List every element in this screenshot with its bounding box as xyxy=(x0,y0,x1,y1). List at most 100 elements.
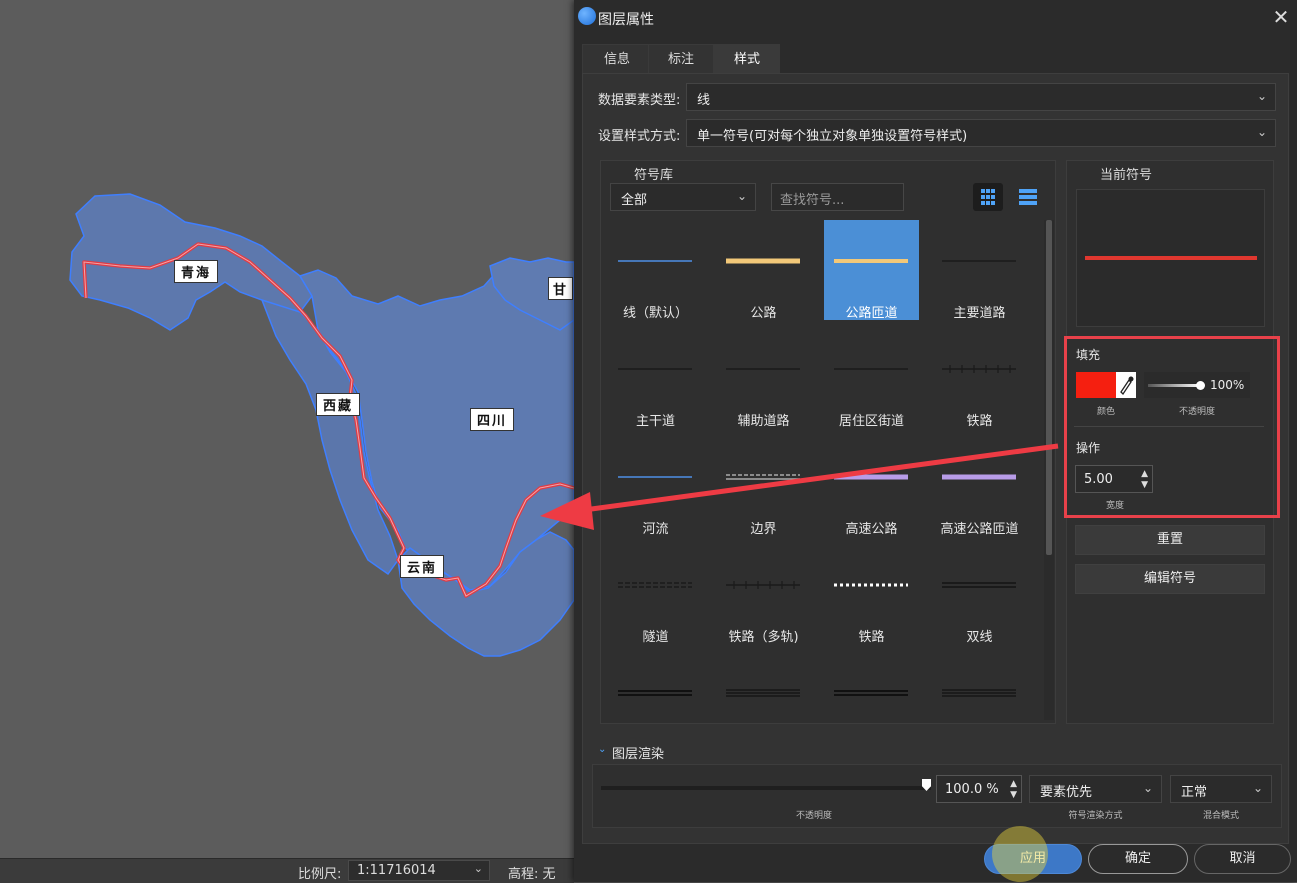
symbol-preview xyxy=(618,582,692,588)
symbol-cell[interactable]: 铁路 xyxy=(932,328,1027,429)
map-canvas[interactable]: 青海 西藏 四川 云南 甘 xyxy=(0,0,574,858)
symbol-search-placeholder: 查找符号... xyxy=(780,193,845,208)
symbol-name: 铁路 xyxy=(966,414,993,429)
style-mode-select[interactable]: 单一符号(可对每个独立对象单独设置符号样式) ⌄ xyxy=(686,119,1276,147)
layer-properties-dialog: 图层属性 ✕ 信息 标注 样式 数据要素类型: 线 ⌄ 设置样式方式: 单一符号… xyxy=(574,0,1297,882)
scrollbar-thumb[interactable] xyxy=(1046,220,1052,555)
symbol-name: 主要道路 xyxy=(953,306,1006,321)
collapse-chevron-icon[interactable]: ⌄ xyxy=(598,744,606,755)
symbol-preview xyxy=(618,368,692,370)
status-bar: 比例尺: 1:11716014 ⌄ 高程: 无 xyxy=(0,858,574,883)
symbol-name: 边界 xyxy=(750,522,777,537)
symbol-preview xyxy=(942,260,1016,262)
symbol-grid-scrollbar[interactable] xyxy=(1044,220,1054,720)
symbol-category-select[interactable]: 全部 ⌄ xyxy=(610,183,756,211)
symbol-preview xyxy=(834,368,908,370)
symbol-cell[interactable]: 公路匝道 xyxy=(824,220,919,321)
symbol-preview xyxy=(942,474,1016,480)
current-symbol-preview xyxy=(1076,189,1265,327)
close-icon[interactable]: ✕ xyxy=(1269,5,1293,29)
app-logo-icon xyxy=(578,7,596,25)
highlight-annotation-box xyxy=(1064,336,1280,518)
style-mode-value: 单一符号(可对每个独立对象单独设置符号样式) xyxy=(697,129,968,144)
symbol-cell[interactable]: 隧道 xyxy=(608,544,703,645)
feature-type-label: 数据要素类型: xyxy=(598,93,681,108)
symbol-cell[interactable]: 高速公路匝道 xyxy=(932,436,1027,537)
symbol-cell[interactable]: 主干道 xyxy=(608,328,703,429)
current-symbol-line xyxy=(1085,256,1257,260)
scale-label: 比例尺: xyxy=(298,867,342,882)
label-qinghai: 青海 xyxy=(174,260,219,283)
ok-button[interactable]: 确定 xyxy=(1088,844,1188,874)
symbol-name: 高速公路匝道 xyxy=(940,522,1019,537)
symbol-cell[interactable]: 铁路 xyxy=(824,544,919,645)
apply-button[interactable]: 应用 xyxy=(984,844,1082,874)
symbol-library-title: 符号库 xyxy=(634,168,674,183)
reset-button[interactable]: 重置 xyxy=(1075,525,1265,555)
blend-mode-select[interactable]: 正常 ⌄ xyxy=(1170,775,1272,803)
chevron-down-icon: ⌄ xyxy=(736,189,747,203)
symbol-preview xyxy=(834,690,908,696)
tab-annotation[interactable]: 标注 xyxy=(648,44,714,74)
symbol-cell[interactable]: 双线 xyxy=(932,544,1027,645)
symbol-preview xyxy=(942,689,1016,697)
current-symbol-svg xyxy=(1085,256,1257,260)
layer-opacity-spinner[interactable]: 100.0 % ▲ ▼ xyxy=(936,775,1022,803)
feature-type-select[interactable]: 线 ⌄ xyxy=(686,83,1276,111)
symbol-cell[interactable]: 公路 xyxy=(716,220,811,321)
cancel-button[interactable]: 取消 xyxy=(1194,844,1291,874)
symbol-name: 双线 xyxy=(966,630,993,645)
symbol-preview xyxy=(618,476,692,478)
symbol-cell[interactable]: 居住区街道 xyxy=(824,328,919,429)
symbol-name: 公路匝道 xyxy=(845,306,898,321)
chevron-down-icon: ⌄ xyxy=(473,862,483,875)
symbol-cell[interactable] xyxy=(716,652,811,720)
symbol-preview xyxy=(726,581,800,589)
edit-symbol-button[interactable]: 编辑符号 xyxy=(1075,564,1265,594)
label-sichuan: 四川 xyxy=(470,408,515,431)
symbol-cell[interactable]: 边界 xyxy=(716,436,811,537)
dialog-titlebar[interactable]: 图层属性 ✕ xyxy=(574,0,1297,36)
symbol-preview xyxy=(726,258,800,264)
blend-mode-caption: 混合模式 xyxy=(1202,811,1239,821)
chevron-down-icon: ⌄ xyxy=(1252,781,1263,795)
symbol-preview xyxy=(834,583,908,587)
symbol-name: 线（默认） xyxy=(622,306,688,321)
tab-style[interactable]: 样式 xyxy=(714,44,780,74)
symbol-cell[interactable]: 线（默认） xyxy=(608,220,703,321)
symbol-order-select[interactable]: 要素优先 ⌄ xyxy=(1029,775,1162,803)
symbol-preview xyxy=(726,689,800,697)
symbol-cell[interactable] xyxy=(608,652,703,720)
list-view-icon[interactable] xyxy=(1013,183,1043,211)
symbol-name: 高速公路 xyxy=(845,522,898,537)
label-yunnan: 云南 xyxy=(400,555,445,578)
symbol-name: 隧道 xyxy=(642,630,669,645)
scale-select[interactable]: 1:11716014 ⌄ xyxy=(348,860,490,881)
symbol-grid: 线（默认） 公路 公路匝道 主要道路 主干道 辅助道路 居住区街道 铁路 河流 边界 高速公路 高速公… xyxy=(607,220,1047,720)
symbol-cell[interactable]: 高速公路 xyxy=(824,436,919,537)
symbol-search-input[interactable]: 查找符号... xyxy=(771,183,904,211)
symbol-name: 公路 xyxy=(750,306,777,321)
symbol-preview xyxy=(726,368,800,370)
tab-info[interactable]: 信息 xyxy=(582,44,652,74)
scale-value: 1:11716014 xyxy=(357,863,436,878)
layer-opacity-caption: 不透明度 xyxy=(795,811,832,821)
symbol-cell[interactable] xyxy=(932,652,1027,720)
blend-mode-value: 正常 xyxy=(1181,785,1208,800)
symbol-cell[interactable]: 河流 xyxy=(608,436,703,537)
symbol-name: 铁路 xyxy=(858,630,885,645)
elevation-readout: 高程: 无 xyxy=(508,867,556,882)
spinner-arrows-icon[interactable]: ▲ ▼ xyxy=(1010,779,1017,801)
symbol-cell[interactable]: 主要道路 xyxy=(932,220,1027,321)
grid-view-icon[interactable] xyxy=(973,183,1003,211)
symbol-name: 铁路（多轨) xyxy=(728,630,799,645)
symbol-name: 居住区街道 xyxy=(838,414,904,429)
symbol-order-value: 要素优先 xyxy=(1040,785,1093,800)
symbol-cell[interactable]: 铁路（多轨) xyxy=(716,544,811,645)
symbol-cell[interactable] xyxy=(824,652,919,720)
symbol-preview xyxy=(726,474,800,480)
symbol-cell[interactable]: 辅助道路 xyxy=(716,328,811,429)
symbol-preview xyxy=(942,365,1016,373)
layer-opacity-slider[interactable] xyxy=(601,786,931,790)
symbol-category-value: 全部 xyxy=(621,193,648,208)
